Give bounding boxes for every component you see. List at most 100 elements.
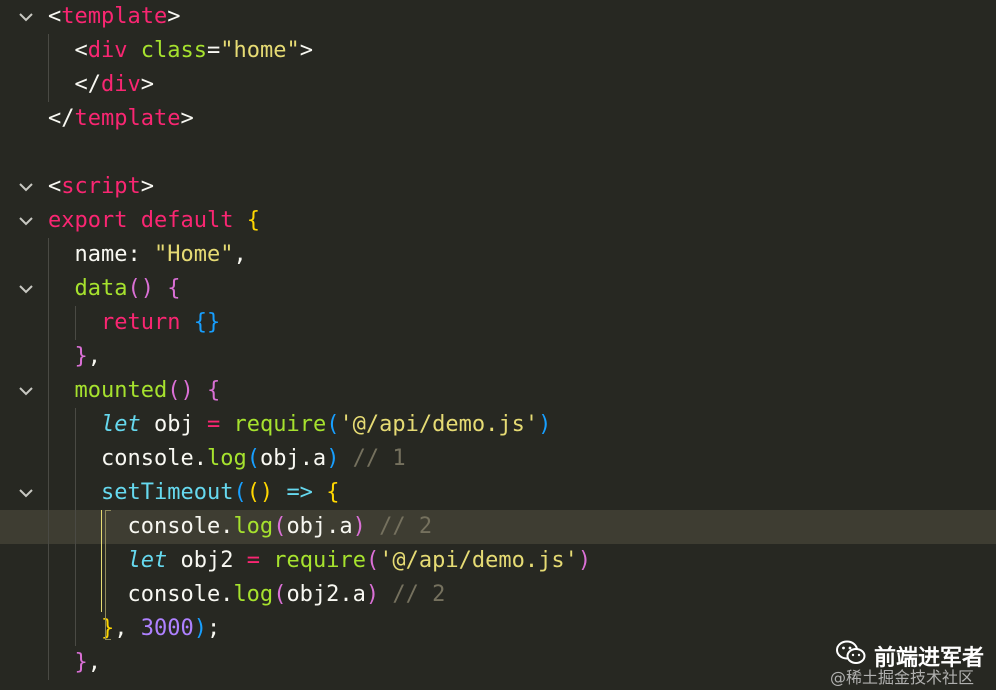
code-token: < xyxy=(48,4,62,29)
code-token: , xyxy=(87,344,101,369)
code-line[interactable]: setTimeout(() => { xyxy=(0,476,996,510)
code-token: ( xyxy=(365,548,380,573)
code-token: require xyxy=(273,548,366,573)
code-text: name: "Home", xyxy=(48,238,246,272)
code-line[interactable]: <div class="home"> xyxy=(0,34,996,68)
indent-guide xyxy=(74,408,76,646)
code-line[interactable]: data() { xyxy=(0,272,996,306)
code-token: = xyxy=(246,548,260,573)
watermark-subtitle: @稀土掘金技术社区 xyxy=(829,668,974,687)
code-token: { xyxy=(326,480,340,505)
code-token: () xyxy=(127,276,154,301)
code-token: , xyxy=(87,650,101,675)
code-token: obj2.a xyxy=(286,582,366,607)
code-token: "home" xyxy=(220,38,300,63)
fold-chevron-down-icon[interactable] xyxy=(18,476,38,510)
code-token: < xyxy=(48,38,88,63)
code-token: obj2 xyxy=(167,548,247,573)
code-token: { xyxy=(246,208,260,233)
code-text: }, xyxy=(48,340,102,374)
code-line[interactable]: </div> xyxy=(0,68,996,102)
code-editor[interactable]: <template> <div class="home"> </div> </te… xyxy=(0,0,996,690)
code-line[interactable]: name: "Home", xyxy=(0,238,996,272)
code-token: ) xyxy=(193,616,207,641)
code-line[interactable]: export default { xyxy=(0,204,996,238)
code-token: obj.a xyxy=(286,514,353,539)
code-token: data xyxy=(74,276,128,301)
code-text: let obj = require('@/api/demo.js') xyxy=(48,408,551,442)
code-token: ( xyxy=(273,582,287,607)
code-line[interactable]: console.log(obj2.a) // 2 xyxy=(0,578,996,612)
code-token: > xyxy=(140,72,154,97)
code-token: } xyxy=(74,650,88,675)
code-token: console. xyxy=(48,514,234,539)
code-token: ( xyxy=(273,514,287,539)
code-token: class xyxy=(140,38,207,63)
code-token: > xyxy=(140,174,154,199)
code-token: ) xyxy=(577,548,592,573)
fold-chevron-down-icon[interactable] xyxy=(18,170,38,204)
code-token: div xyxy=(100,72,141,97)
code-text: </div> xyxy=(48,68,154,102)
indent-guide xyxy=(48,238,49,680)
code-text: export default { xyxy=(48,204,260,238)
code-token: { xyxy=(206,378,221,403)
code-token: () xyxy=(167,378,194,403)
code-line[interactable]: }, xyxy=(0,340,996,374)
code-token: {} xyxy=(193,310,221,335)
code-text: mounted() { xyxy=(48,374,221,408)
code-token: () xyxy=(246,480,274,505)
code-line[interactable]: mounted() { xyxy=(0,374,996,408)
code-token: let xyxy=(100,412,141,437)
code-line[interactable]: return {} xyxy=(0,306,996,340)
code-token: ( xyxy=(233,480,247,505)
code-token: < xyxy=(48,174,62,199)
code-line[interactable]: <template> xyxy=(0,0,996,34)
fold-chevron-down-icon[interactable] xyxy=(18,0,38,34)
code-line[interactable]: console.log(obj.a) // 2 xyxy=(0,510,996,544)
code-token: </ xyxy=(48,106,75,131)
code-token: ; xyxy=(206,616,221,641)
code-token: ) xyxy=(365,582,380,607)
code-token: console. xyxy=(48,446,207,471)
code-line[interactable]: let obj2 = require('@/api/demo.js') xyxy=(0,544,996,578)
code-line[interactable]: console.log(obj.a) // 1 xyxy=(0,442,996,476)
code-text: setTimeout(() => { xyxy=(48,476,339,510)
code-line[interactable]: </template> xyxy=(0,102,996,136)
fold-chevron-down-icon[interactable] xyxy=(18,272,38,306)
fold-chevron-down-icon[interactable] xyxy=(18,204,38,238)
code-token: obj.a xyxy=(259,446,327,471)
code-token: obj xyxy=(140,412,207,437)
code-line[interactable]: let obj = require('@/api/demo.js') xyxy=(0,408,996,442)
code-token: ) xyxy=(538,412,552,437)
code-token: require xyxy=(233,412,327,437)
code-token: } xyxy=(74,344,88,369)
code-text: </template> xyxy=(48,102,194,136)
code-line[interactable] xyxy=(0,136,996,170)
code-token: '@/api/demo.js' xyxy=(339,412,539,437)
fold-chevron-down-icon[interactable] xyxy=(18,374,38,408)
code-token: let xyxy=(127,548,168,573)
code-token: mounted xyxy=(74,378,168,403)
code-token: export xyxy=(48,208,128,233)
code-token: // 2 xyxy=(365,514,433,539)
code-token: > xyxy=(299,38,313,63)
code-token: // 1 xyxy=(339,446,406,471)
code-token: console. xyxy=(48,582,234,607)
indent-guide xyxy=(74,306,76,340)
code-text: <div class="home"> xyxy=(48,34,313,68)
code-line[interactable]: <script> xyxy=(0,170,996,204)
indent-guide xyxy=(48,34,49,102)
code-token: { xyxy=(167,276,181,301)
